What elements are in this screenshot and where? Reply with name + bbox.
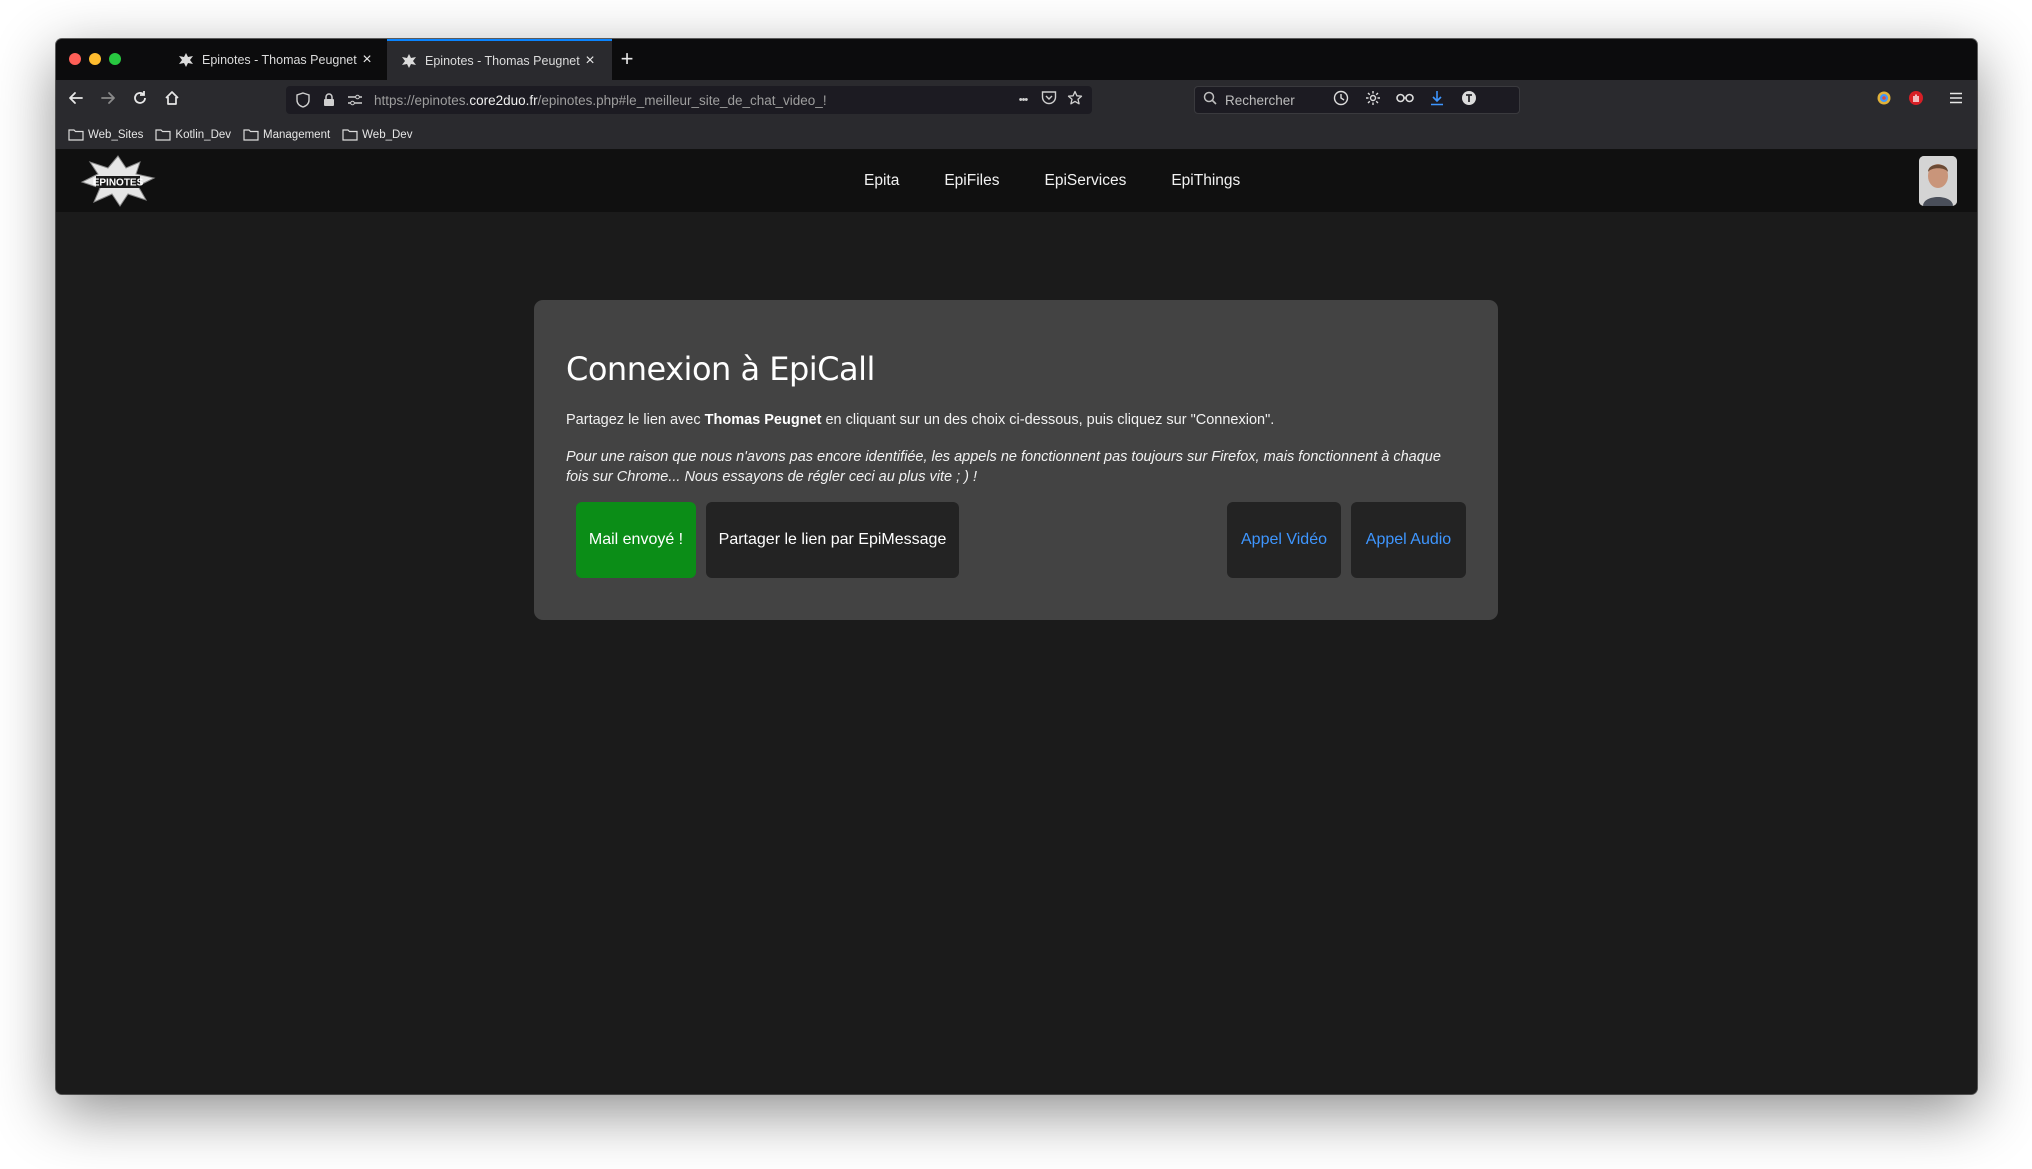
tab-strip: Epinotes - Thomas Peugnet × Epinotes - T… — [56, 39, 1977, 80]
zoom-window-button[interactable] — [109, 53, 121, 65]
home-icon — [163, 89, 181, 112]
glasses-icon — [1396, 91, 1414, 109]
menu-item-epita[interactable]: Epita — [864, 172, 899, 190]
card-title: Connexion à EpiCall — [566, 350, 875, 388]
folder-icon — [68, 128, 84, 141]
tab-epinotes-1[interactable]: Epinotes - Thomas Peugnet × — [164, 39, 389, 80]
intro-after: en cliquant sur un des choix ci-dessous,… — [821, 412, 1275, 428]
extension-settings-button[interactable] — [1361, 88, 1385, 112]
lock-icon[interactable] — [320, 91, 338, 109]
audio-call-button[interactable]: Appel Audio — [1351, 502, 1466, 578]
bookmark-folder-web-sites[interactable]: Web_Sites — [68, 128, 143, 141]
red-hand-icon — [1908, 90, 1924, 111]
address-bar[interactable]: https://epinotes.core2duo.fr/epinotes.ph… — [286, 86, 1092, 114]
user-avatar[interactable] — [1919, 156, 1957, 206]
reader-glasses-button[interactable] — [1393, 88, 1417, 112]
extension-t-button[interactable] — [1457, 88, 1481, 112]
site-header: EPINOTES Epita EpiFiles EpiServices EpiT… — [56, 150, 1977, 212]
url-prefix: https://epinotes. — [374, 92, 470, 108]
search-icon — [1203, 91, 1217, 110]
reload-button[interactable] — [128, 88, 152, 112]
pocket-icon — [1041, 90, 1057, 110]
bookmark-label: Management — [263, 128, 331, 141]
navigation-toolbar: https://epinotes.core2duo.fr/epinotes.ph… — [56, 80, 1977, 120]
t-circle-icon — [1461, 90, 1477, 111]
epicall-connection-card: Connexion à EpiCall Partagez le lien ave… — [534, 300, 1498, 620]
bookmark-label: Web_Dev — [362, 128, 413, 141]
menu-item-episervices[interactable]: EpiServices — [1044, 172, 1126, 190]
firefox-warning-text: Pour une raison que nous n'avons pas enc… — [566, 449, 1441, 485]
colorful-extension-icon — [1876, 90, 1892, 111]
tracking-shield-icon[interactable] — [294, 91, 312, 109]
gear-icon — [1365, 90, 1381, 111]
extension-color-button[interactable] — [1872, 88, 1896, 112]
close-tab-icon[interactable]: × — [359, 51, 375, 68]
back-arrow-icon — [67, 89, 85, 112]
new-tab-button[interactable]: + — [616, 48, 638, 70]
intro-text: Partagez le lien avec Thomas Peugnet en … — [566, 412, 1466, 428]
forward-arrow-icon — [99, 89, 117, 112]
epinotes-favicon-icon — [178, 52, 194, 68]
menu-item-epifiles[interactable]: EpiFiles — [944, 172, 999, 190]
download-arrow-icon — [1429, 90, 1445, 111]
extension-red-button[interactable] — [1904, 88, 1928, 112]
logo-text: EPINOTES — [93, 178, 144, 189]
page-actions-button[interactable]: ••• — [1010, 88, 1036, 112]
back-button[interactable] — [64, 88, 88, 112]
downloads-button[interactable] — [1425, 88, 1449, 112]
epinotes-favicon-icon — [401, 53, 417, 69]
tab-title: Epinotes - Thomas Peugnet — [202, 52, 357, 67]
bookmark-folder-web-dev[interactable]: Web_Dev — [342, 128, 412, 141]
browser-window: Epinotes - Thomas Peugnet × Epinotes - T… — [56, 39, 1977, 1094]
clock-icon — [1333, 90, 1349, 111]
tab-title: Epinotes - Thomas Peugnet — [425, 53, 580, 68]
forward-button[interactable] — [96, 88, 120, 112]
bookmark-label: Web_Sites — [88, 128, 144, 141]
bookmarks-toolbar: Web_Sites Kotlin_Dev Management Web_Dev — [56, 120, 1977, 150]
bookmark-star-button[interactable] — [1062, 88, 1088, 112]
pocket-button[interactable] — [1036, 88, 1062, 112]
page-content: EPINOTES Epita EpiFiles EpiServices EpiT… — [56, 150, 1977, 1094]
intro-before: Partagez le lien avec — [566, 412, 705, 428]
history-button[interactable] — [1329, 88, 1353, 112]
bookmark-label: Kotlin_Dev — [175, 128, 232, 141]
bookmark-folder-kotlin-dev[interactable]: Kotlin_Dev — [155, 128, 231, 141]
bookmark-folder-management[interactable]: Management — [243, 128, 330, 141]
hamburger-menu-icon — [1949, 91, 1963, 109]
close-tab-icon[interactable]: × — [582, 52, 598, 69]
url-host: core2duo.fr — [469, 92, 538, 108]
permissions-icon[interactable] — [346, 91, 364, 109]
epinotes-logo[interactable]: EPINOTES — [80, 154, 156, 208]
folder-icon — [243, 128, 259, 141]
minimize-window-button[interactable] — [89, 53, 101, 65]
main-menu: Epita EpiFiles EpiServices EpiThings — [864, 150, 1285, 212]
url-path: /epinotes.php#le_meilleur_site_de_chat_v… — [537, 92, 827, 108]
share-epimessage-button[interactable]: Partager le lien par EpiMessage — [706, 502, 959, 578]
url-text[interactable]: https://epinotes.core2duo.fr/epinotes.ph… — [374, 93, 1010, 108]
home-button[interactable] — [160, 88, 184, 112]
tab-epinotes-2[interactable]: Epinotes - Thomas Peugnet × — [387, 39, 612, 80]
mail-sent-button[interactable]: Mail envoyé ! — [576, 502, 696, 578]
app-menu-button[interactable] — [1944, 88, 1968, 112]
folder-icon — [342, 128, 358, 141]
intro-name: Thomas Peugnet — [704, 412, 822, 428]
folder-icon — [155, 128, 172, 141]
video-call-button[interactable]: Appel Vidéo — [1227, 502, 1341, 578]
reload-icon — [131, 89, 149, 112]
star-icon — [1067, 90, 1083, 111]
menu-item-epithings[interactable]: EpiThings — [1171, 172, 1240, 190]
close-window-button[interactable] — [69, 53, 81, 65]
